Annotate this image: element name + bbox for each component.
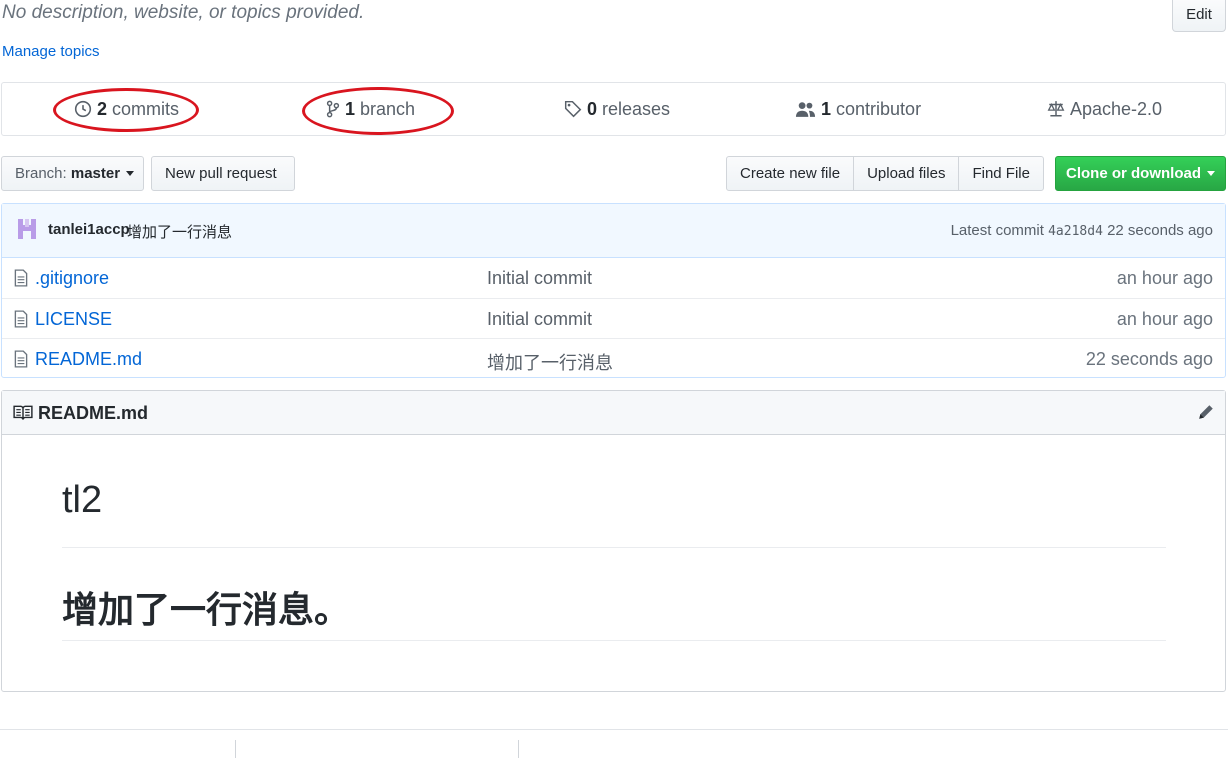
avatar[interactable] <box>15 217 39 241</box>
file-icon <box>14 350 28 368</box>
contributor-count: 1 <box>821 98 832 119</box>
new-pull-request-button[interactable]: New pull request <box>151 156 295 191</box>
edit-description-button[interactable]: Edit <box>1172 0 1226 32</box>
file-actions-group: Create new file Upload files Find File <box>726 156 1044 191</box>
pencil-icon[interactable] <box>1197 403 1215 421</box>
file-name-link[interactable]: .gitignore <box>35 268 109 289</box>
branch-highlight-circle <box>302 87 454 135</box>
file-commit-message[interactable]: Initial commit <box>487 268 592 289</box>
license-link[interactable]: Apache-2.0 <box>1047 83 1162 135</box>
file-row: LICENSE Initial commit an hour ago <box>2 298 1225 338</box>
file-icon <box>14 310 28 328</box>
branch-prefix: Branch: <box>15 165 67 182</box>
readme-heading-2: 增加了一行消息。 <box>62 589 351 630</box>
footer-separator <box>518 740 519 758</box>
footer-separator <box>235 740 236 758</box>
file-age: an hour ago <box>1116 309 1213 329</box>
file-row: .gitignore Initial commit an hour ago <box>2 258 1225 298</box>
people-icon <box>795 102 816 117</box>
commit-sha-link[interactable]: 4a218d4 <box>1048 224 1103 239</box>
latest-commit-prefix: Latest commit <box>950 222 1044 239</box>
commits-highlight-circle <box>53 88 199 132</box>
file-age: 22 seconds ago <box>1085 349 1213 369</box>
releases-count: 0 <box>587 98 598 119</box>
file-commit-message[interactable]: Initial commit <box>487 309 592 330</box>
upload-files-button[interactable]: Upload files <box>853 156 960 191</box>
license-label: Apache-2.0 <box>1070 98 1163 119</box>
heading-divider <box>62 640 1166 641</box>
manage-topics-link[interactable]: Manage topics <box>2 43 100 60</box>
caret-down-icon <box>1207 171 1215 176</box>
readme-filename: README.md <box>38 403 149 423</box>
commit-author-link[interactable]: tanlei1accp <box>48 221 130 238</box>
latest-commit-info: Latest commit 4a218d4 22 seconds ago <box>951 222 1213 239</box>
file-name-link[interactable]: LICENSE <box>35 309 112 330</box>
file-list: tanlei1accp 增加了一行消息 Latest commit 4a218d… <box>1 203 1226 378</box>
create-new-file-button[interactable]: Create new file <box>726 156 855 191</box>
readme-heading-1: tl2 <box>62 479 103 521</box>
tag-icon <box>564 100 582 118</box>
commit-message-link[interactable]: 增加了一行消息 <box>127 221 232 242</box>
file-commit-message[interactable]: 增加了一行消息 <box>487 349 613 375</box>
file-row: README.md 增加了一行消息 22 seconds ago <box>2 338 1225 378</box>
latest-commit-bar: tanlei1accp 增加了一行消息 Latest commit 4a218d… <box>2 204 1225 258</box>
readme-header: README.md <box>2 391 1225 435</box>
branch-select-button[interactable]: Branch: master <box>1 156 144 191</box>
clone-or-download-button[interactable]: Clone or download <box>1055 156 1226 191</box>
latest-commit-age: 22 seconds ago <box>1107 222 1213 239</box>
clone-label: Clone or download <box>1066 165 1201 182</box>
caret-down-icon <box>126 171 135 176</box>
file-age: an hour ago <box>1116 268 1213 288</box>
file-name-link[interactable]: README.md <box>35 349 142 370</box>
branch-name: master <box>70 165 121 182</box>
releases-link[interactable]: 0 releases <box>564 83 670 135</box>
contributors-link[interactable]: 1 contributor <box>795 83 921 135</box>
find-file-button[interactable]: Find File <box>958 156 1044 191</box>
repo-description: No description, website, or topics provi… <box>2 2 365 23</box>
heading-divider <box>62 547 1166 548</box>
file-icon <box>14 269 28 287</box>
law-icon <box>1047 101 1065 117</box>
releases-label: releases <box>602 98 671 119</box>
book-icon <box>13 405 33 420</box>
contributor-label: contributor <box>836 98 922 119</box>
footer-divider <box>0 729 1228 730</box>
readme-panel: README.md tl2 增加了一行消息。 <box>1 390 1226 692</box>
